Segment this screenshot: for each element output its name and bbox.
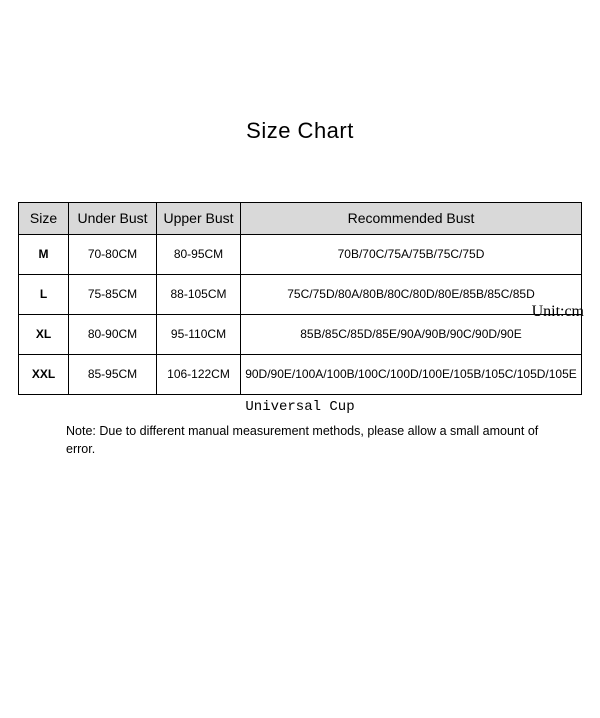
header-size: Size	[19, 203, 69, 235]
cell-upper: 95-110CM	[157, 315, 241, 355]
cell-rec: 70B/70C/75A/75B/75C/75D	[241, 235, 582, 275]
cell-under: 70-80CM	[69, 235, 157, 275]
measurement-note: Note: Due to different manual measuremen…	[38, 423, 562, 458]
header-under-bust: Under Bust	[69, 203, 157, 235]
cell-size: M	[19, 235, 69, 275]
table-row: L 75-85CM 88-105CM 75C/75D/80A/80B/80C/8…	[19, 275, 582, 315]
table-caption: Universal Cup	[18, 399, 582, 415]
unit-label: Unit:cm	[532, 303, 584, 321]
size-table: Size Under Bust Upper Bust Recommended B…	[18, 202, 582, 395]
cell-size: XXL	[19, 355, 69, 395]
cell-size: XL	[19, 315, 69, 355]
chart-title: Size Chart	[0, 118, 600, 144]
header-upper-bust: Upper Bust	[157, 203, 241, 235]
cell-under: 85-95CM	[69, 355, 157, 395]
cell-upper: 106-122CM	[157, 355, 241, 395]
table-row: XXL 85-95CM 106-122CM 90D/90E/100A/100B/…	[19, 355, 582, 395]
cell-rec: 75C/75D/80A/80B/80C/80D/80E/85B/85C/85D	[241, 275, 582, 315]
cell-upper: 88-105CM	[157, 275, 241, 315]
table-row: XL 80-90CM 95-110CM 85B/85C/85D/85E/90A/…	[19, 315, 582, 355]
cell-rec: 85B/85C/85D/85E/90A/90B/90C/90D/90E	[241, 315, 582, 355]
size-table-wrap: Size Under Bust Upper Bust Recommended B…	[18, 202, 582, 458]
table-row: M 70-80CM 80-95CM 70B/70C/75A/75B/75C/75…	[19, 235, 582, 275]
cell-rec: 90D/90E/100A/100B/100C/100D/100E/105B/10…	[241, 355, 582, 395]
cell-size: L	[19, 275, 69, 315]
cell-under: 75-85CM	[69, 275, 157, 315]
table-header-row: Size Under Bust Upper Bust Recommended B…	[19, 203, 582, 235]
header-recommended: Recommended Bust	[241, 203, 582, 235]
cell-upper: 80-95CM	[157, 235, 241, 275]
cell-under: 80-90CM	[69, 315, 157, 355]
